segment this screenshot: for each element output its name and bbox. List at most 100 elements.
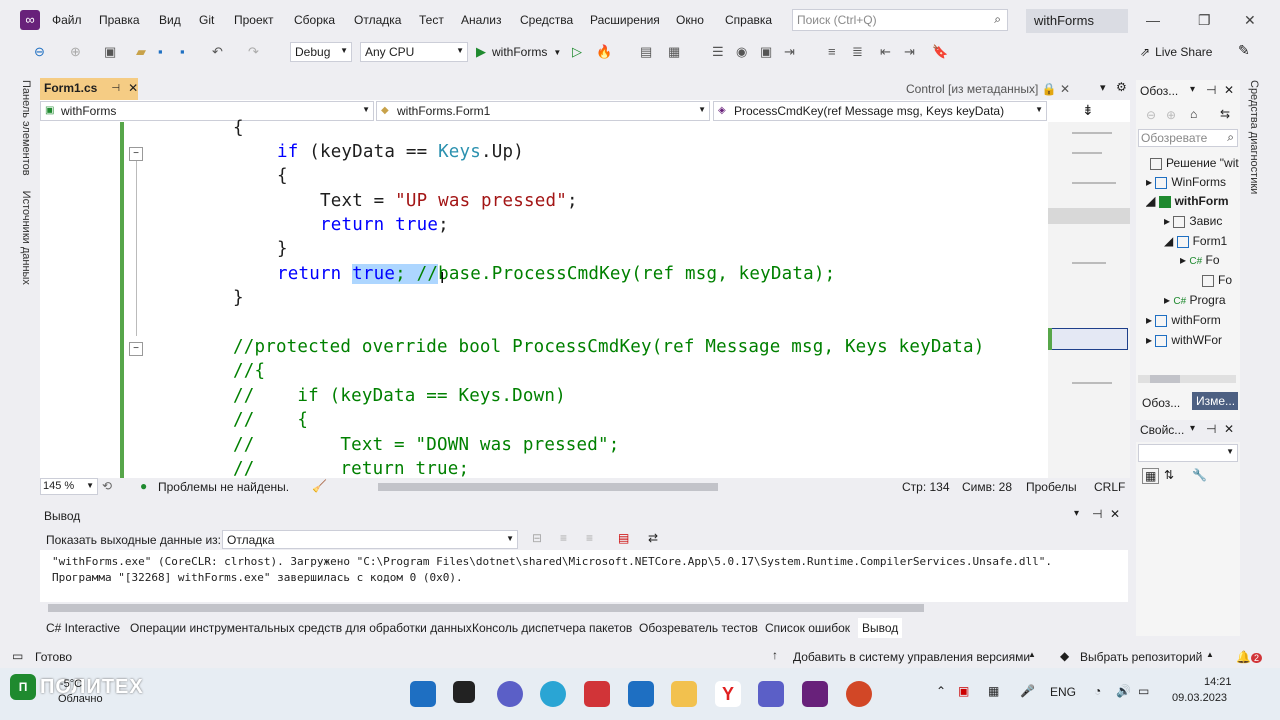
datasources-tab[interactable]: Источники данных — [20, 191, 32, 285]
notification-icon[interactable]: 🔔 2 — [1236, 650, 1262, 664]
tab-solution[interactable]: Обоз... — [1140, 394, 1182, 412]
new-project-icon[interactable]: ▣ — [104, 44, 116, 60]
format-icon[interactable]: ☰ — [712, 44, 724, 60]
run-button[interactable]: ▶ withForms ▼ — [476, 43, 561, 61]
menu-edit[interactable]: Правка — [99, 13, 140, 27]
yandex-icon[interactable]: Y — [715, 681, 741, 707]
powerpoint-icon[interactable] — [846, 681, 872, 707]
chevron-down-icon[interactable]: ▾ — [1074, 508, 1079, 519]
output-source-select[interactable]: Отладка ▼ — [222, 530, 518, 549]
acrobat-icon[interactable] — [584, 681, 610, 707]
weather-temp[interactable]: -5°C — [60, 678, 82, 690]
back-icon[interactable]: ⊖ — [34, 44, 45, 60]
tree-item-form1-resx[interactable]: Fo — [1202, 273, 1232, 287]
categorized-icon[interactable]: ▦ — [1142, 468, 1160, 484]
pin-icon[interactable]: ⊣ — [1092, 507, 1102, 521]
forward-icon[interactable]: ⊕ — [1166, 108, 1176, 122]
close-icon[interactable]: ✕ — [1244, 12, 1256, 29]
code-minimap[interactable] — [1048, 122, 1130, 478]
task-view-icon[interactable] — [453, 681, 475, 703]
menu-analyze[interactable]: Анализ — [461, 13, 502, 27]
outdent-icon[interactable]: ⇥ — [904, 44, 915, 60]
home-icon[interactable]: ⌂ — [1190, 107, 1197, 121]
next-icon[interactable]: ≡ — [586, 531, 593, 545]
tab-package-manager[interactable]: Консоль диспетчера пакетов — [468, 618, 636, 638]
word-wrap-icon[interactable]: ⇄ — [648, 531, 658, 545]
issues-status[interactable]: Проблемы не найдены. — [158, 480, 289, 494]
hot-reload-icon[interactable]: 🔥 — [596, 44, 612, 60]
mail-icon[interactable] — [628, 681, 654, 707]
pin-icon[interactable]: ⊣ — [1206, 422, 1216, 436]
cleanup-icon[interactable]: 🧹 — [312, 479, 327, 493]
step-icon[interactable]: ⇥ — [784, 44, 795, 60]
battery-icon[interactable]: ▭ — [1138, 684, 1149, 698]
tray-app-icon[interactable]: ▣ — [958, 684, 969, 698]
menu-test[interactable]: Тест — [419, 13, 444, 27]
output-text[interactable]: "withForms.exe" (CoreCLR: clrhost). Загр… — [40, 550, 1128, 612]
menu-project[interactable]: Проект — [234, 13, 274, 27]
tool-icon[interactable]: ▤ — [640, 44, 652, 60]
tab-form1-cs[interactable]: Form1.cs ⊣ ✕ — [40, 78, 138, 100]
microphone-icon[interactable]: 🎤 — [1020, 684, 1035, 698]
teams-chat-icon[interactable] — [497, 681, 523, 707]
edge-icon[interactable] — [540, 681, 566, 707]
start-without-debug-icon[interactable]: ▷ — [572, 44, 582, 60]
forward-icon[interactable]: ⊕ — [70, 44, 81, 60]
member-nav-select[interactable]: ◈ ProcessCmdKey(ref Message msg, Keys key… — [713, 101, 1047, 121]
chevron-down-icon[interactable]: ▾ — [1190, 423, 1195, 434]
clock-date[interactable]: 09.03.2023 — [1172, 692, 1227, 704]
clear-all-icon[interactable]: ▤ — [618, 531, 629, 545]
chevron-down-icon[interactable]: ▾ — [1190, 84, 1195, 95]
bookmark-icon[interactable]: 🔖 — [932, 44, 948, 60]
uncomment-icon[interactable]: ≣ — [852, 44, 863, 60]
gear-icon[interactable]: ⚙ — [1116, 80, 1127, 94]
menu-debug[interactable]: Отладка — [354, 13, 401, 27]
code-editor[interactable] — [40, 122, 1050, 478]
config-select[interactable]: Debug ▼ — [290, 42, 352, 62]
close-icon[interactable]: ✕ — [1110, 507, 1120, 521]
menu-git[interactable]: Git — [199, 13, 214, 27]
platform-select[interactable]: Any CPU ▼ — [360, 42, 468, 62]
tree-item-form1-cs[interactable]: ▸ C# Fo — [1180, 253, 1220, 267]
add-to-source-control[interactable]: Добавить в систему управления версиями — [793, 650, 1030, 664]
tab-csharp-interactive[interactable]: C# Interactive — [42, 618, 124, 638]
close-tab-icon[interactable]: ✕ — [128, 81, 138, 95]
tab-error-list[interactable]: Список ошибок — [761, 618, 854, 638]
tray-icon[interactable]: ▦ — [988, 684, 999, 698]
properties-icon[interactable]: 🔧 — [1192, 468, 1207, 482]
undo-icon[interactable]: ↶ — [212, 44, 223, 60]
metadata-tab[interactable]: Control [из метаданных] 🔒 ✕ — [906, 82, 1070, 96]
pin-icon[interactable]: ⊣ — [1206, 83, 1216, 97]
save-all-icon[interactable]: ▪ — [180, 44, 185, 59]
chevron-down-icon[interactable]: ▾ — [1100, 81, 1106, 94]
collapse-icon[interactable]: − — [129, 342, 143, 356]
output-scrollbar[interactable] — [48, 604, 924, 612]
horizontal-scrollbar[interactable] — [370, 483, 870, 491]
split-icon[interactable]: ⇟ — [1082, 102, 1094, 119]
menu-window[interactable]: Окно — [676, 13, 704, 27]
tree-item-withwforms[interactable]: ▸ withWFor — [1146, 333, 1222, 347]
collapse-icon[interactable]: − — [129, 147, 143, 161]
prev-icon[interactable]: ≡ — [560, 531, 567, 545]
menu-tools[interactable]: Средства — [520, 13, 573, 27]
wifi-icon[interactable]: ◔ — [1094, 684, 1101, 698]
tree-item-withforms[interactable]: ◢ withForm — [1146, 194, 1229, 208]
explorer-icon[interactable] — [671, 681, 697, 707]
close-icon[interactable]: ✕ — [1224, 422, 1234, 436]
menu-build[interactable]: Сборка — [294, 13, 335, 27]
whitespace-indicator[interactable]: Пробелы — [1026, 480, 1077, 494]
live-share-button[interactable]: ⇗ Live Share — [1140, 45, 1212, 59]
eol-indicator[interactable]: CRLF — [1094, 480, 1125, 494]
menu-view[interactable]: Вид — [159, 13, 181, 27]
pin-icon[interactable]: ⊣ — [111, 83, 120, 94]
tree-item-program[interactable]: ▸ C# Progra — [1164, 293, 1226, 307]
save-icon[interactable]: ▪ — [158, 44, 163, 59]
search-input[interactable]: Поиск (Ctrl+Q) ⌕ — [792, 9, 1008, 31]
restore-icon[interactable]: ❐ — [1198, 12, 1211, 29]
layout-icon[interactable]: ▦ — [668, 44, 680, 60]
clock-time[interactable]: 14:21 — [1204, 676, 1232, 688]
volume-icon[interactable]: 🔊 — [1116, 684, 1131, 698]
language-indicator[interactable]: ENG — [1050, 685, 1076, 699]
feedback-icon[interactable]: ✎ — [1238, 42, 1250, 59]
indent-icon[interactable]: ⇤ — [880, 44, 891, 60]
